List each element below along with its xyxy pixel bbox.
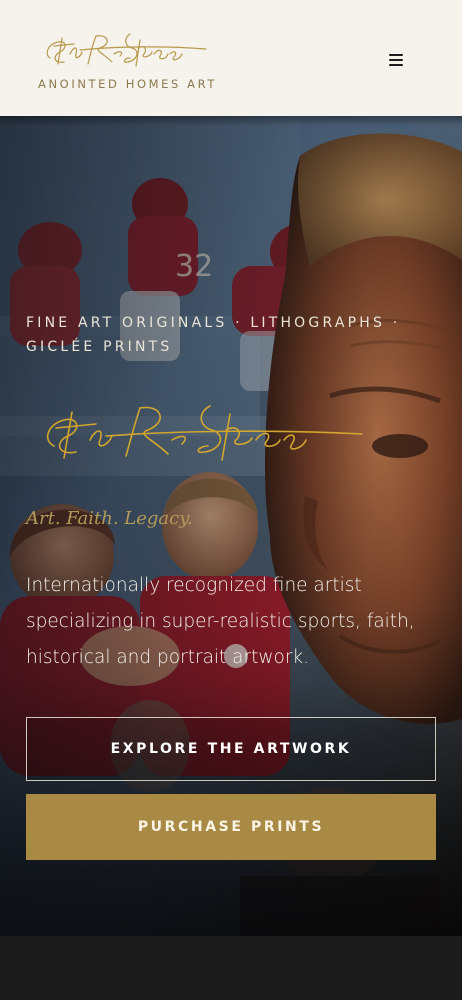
- menu-bar-bottom: [389, 64, 403, 66]
- hero-content: FINE ART ORIGINALS · LITHOGRAPHS · GICLÉ…: [26, 116, 436, 936]
- header-shadow: [0, 116, 462, 126]
- signature-logo-graphic: [46, 33, 207, 67]
- signature-logo[interactable]: [40, 24, 210, 70]
- hero-eyebrow: FINE ART ORIGINALS · LITHOGRAPHS · GICLÉ…: [26, 315, 401, 355]
- hero-signature-logo: [36, 394, 366, 464]
- hero-section: 32: [0, 116, 462, 936]
- hamburger-menu-icon[interactable]: [380, 48, 412, 74]
- hero-tagline: Art. Faith. Legacy.: [26, 508, 193, 529]
- purchase-prints-button[interactable]: PURCHASE PRINTS: [26, 794, 436, 860]
- hero-signature-graphic: [46, 405, 363, 461]
- menu-bar-top: [389, 54, 403, 56]
- brand-name[interactable]: ANOINTED HOMES ART: [38, 77, 217, 91]
- explore-artwork-button[interactable]: EXPLORE THE ARTWORK: [26, 717, 436, 781]
- menu-bar-middle: [389, 59, 403, 61]
- page: ANOINTED HOMES ART FINE ART ORIGINALS · …: [0, 0, 462, 1000]
- hero-description: Internationally recognized fine artist s…: [26, 575, 415, 668]
- next-section-band: [0, 936, 462, 1000]
- site-header: ANOINTED HOMES ART: [0, 0, 462, 116]
